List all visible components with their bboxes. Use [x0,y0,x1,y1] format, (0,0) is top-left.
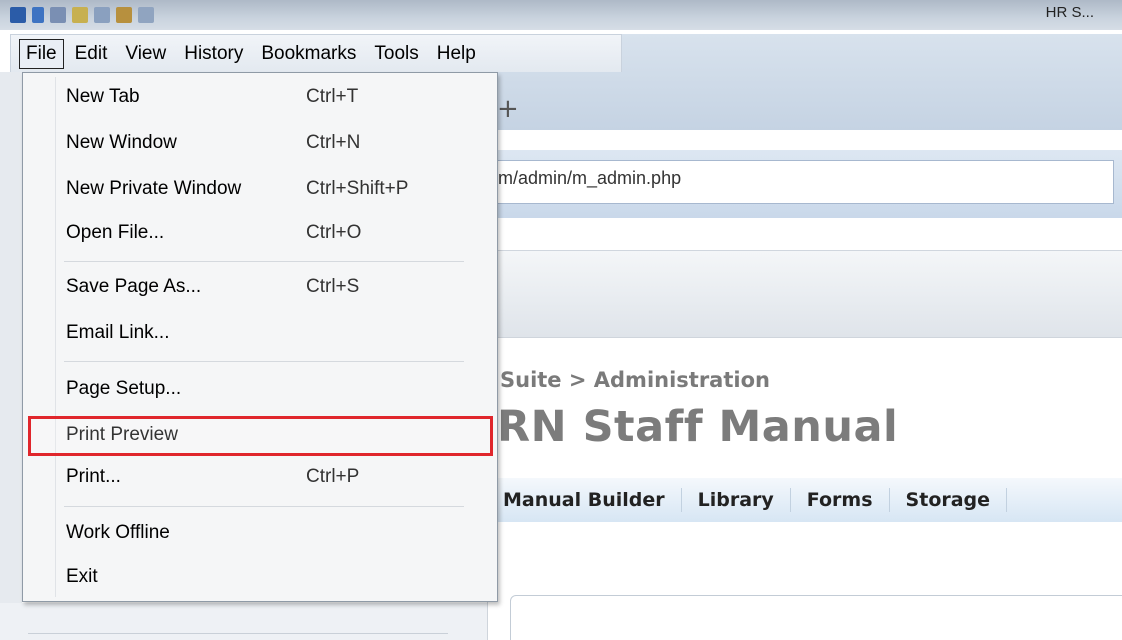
menu-item-label: Work Offline [66,522,170,543]
nav-manual-builder[interactable]: Manual Builder [495,488,682,512]
menu-item-new-window[interactable]: New Window Ctrl+N [66,128,446,158]
nav-library[interactable]: Library [682,488,791,512]
print-preview-highlight [28,416,493,456]
menu-item-new-private-window[interactable]: New Private Window Ctrl+Shift+P [66,174,446,204]
menu-bar: File Edit View History Bookmarks Tools H… [10,34,622,72]
menu-item-shortcut: Ctrl+Shift+P [306,178,409,199]
undo-icon[interactable] [50,7,66,23]
menu-separator [64,261,464,262]
save-icon[interactable] [32,7,44,23]
menu-item-print[interactable]: Print... Ctrl+P [66,462,446,492]
content-panel [510,595,1122,640]
menu-item-label: Page Setup... [66,378,182,399]
menu-file[interactable]: File [19,38,64,69]
sidebar-bottom-panel [0,603,487,640]
menu-item-new-tab[interactable]: New Tab Ctrl+T [66,82,446,112]
nav-forms[interactable]: Forms [791,488,890,512]
menu-bookmarks[interactable]: Bookmarks [254,39,363,69]
menu-item-shortcut: Ctrl+P [306,466,360,487]
word-app-icon[interactable] [10,7,26,23]
sidebar-background [0,72,22,640]
window-title: HR S... [1045,4,1094,21]
page-header-band [495,250,1122,338]
menu-item-exit[interactable]: Exit [66,562,446,592]
menu-help[interactable]: Help [430,39,483,69]
divider [28,633,448,634]
menu-separator [64,361,464,362]
page-title: RN Staff Manual [497,402,899,452]
nav-storage[interactable]: Storage [890,488,1008,512]
browser-window: HR S... + m/admin/m_admin.php Suite > Ad… [0,0,1122,640]
document-icon[interactable] [94,7,110,23]
menu-item-shortcut: Ctrl+T [306,86,359,107]
url-text: m/admin/m_admin.php [498,168,682,188]
format-icon[interactable] [138,7,154,23]
menu-item-open-file[interactable]: Open File... Ctrl+O [66,218,446,248]
menu-item-shortcut: Ctrl+N [306,132,361,153]
menu-item-label: Save Page As... [66,276,202,297]
menu-item-shortcut: Ctrl+O [306,222,362,243]
menu-item-label: New Tab [66,86,140,107]
paste-icon[interactable] [116,7,132,23]
menu-edit[interactable]: Edit [68,39,115,69]
menu-item-label: Email Link... [66,322,170,343]
menu-view[interactable]: View [118,39,173,69]
menu-item-label: New Window [66,132,177,153]
new-tab-plus-icon[interactable]: + [497,96,519,122]
menu-item-save-page-as[interactable]: Save Page As... Ctrl+S [66,272,446,302]
menu-item-label: Exit [66,566,98,587]
menu-item-page-setup[interactable]: Page Setup... [66,374,446,404]
menu-tools[interactable]: Tools [367,39,425,69]
menu-item-work-offline[interactable]: Work Offline [66,518,446,548]
menu-separator [64,506,464,507]
folder-icon[interactable] [72,7,88,23]
menu-item-email-link[interactable]: Email Link... [66,318,446,348]
menu-gutter [55,77,56,597]
menu-history[interactable]: History [177,39,250,69]
quick-access-toolbar [10,4,154,26]
page-nav-bar: Manual Builder Library Forms Storage [495,478,1122,522]
window-titlebar: HR S... [0,0,1122,30]
menu-item-shortcut: Ctrl+S [306,276,360,297]
menu-item-label: Print... [66,466,121,487]
menu-item-label: New Private Window [66,178,242,199]
menu-item-label: Open File... [66,222,165,243]
breadcrumb: Suite > Administration [500,368,770,392]
